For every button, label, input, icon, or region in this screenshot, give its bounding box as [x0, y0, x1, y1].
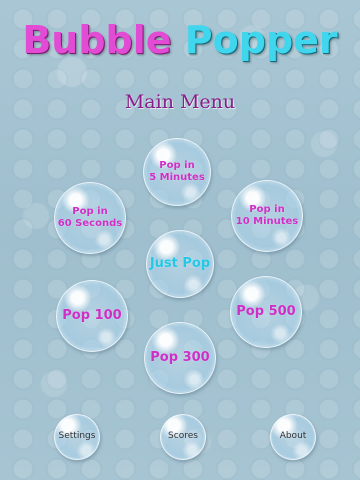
pop-5-minutes-line1: Pop in — [159, 159, 195, 171]
pop-500-button[interactable]: Pop 500 — [230, 276, 302, 348]
settings-label: Settings — [58, 431, 96, 442]
pop-10-minutes-line1: Pop in — [249, 203, 285, 215]
about-button[interactable]: About — [270, 414, 316, 460]
app-title: Bubble Popper — [0, 18, 360, 62]
about-label: About — [279, 431, 307, 442]
scores-label: Scores — [168, 431, 198, 442]
title-word-popper: Popper — [184, 18, 338, 62]
pop-100-button[interactable]: Pop 100 — [56, 280, 128, 352]
pop-500-label: Pop 500 — [236, 303, 296, 319]
pop-60-seconds-line2: 60 Seconds — [57, 218, 123, 229]
pop-60-seconds-button[interactable]: Pop in 60 Seconds — [54, 182, 126, 254]
pop-100-label: Pop 100 — [62, 307, 122, 323]
title-word-bubble: Bubble — [22, 18, 172, 62]
just-pop-button[interactable]: Just Pop — [146, 230, 214, 298]
pop-300-button[interactable]: Pop 300 — [144, 322, 216, 394]
pop-10-minutes-button[interactable]: Pop in 10 Minutes — [231, 180, 303, 252]
scores-button[interactable]: Scores — [160, 414, 206, 460]
pop-5-minutes-line2: 5 Minutes — [149, 172, 205, 183]
pop-5-minutes-button[interactable]: Pop in 5 Minutes — [143, 138, 211, 206]
pop-60-seconds-line1: Pop in — [72, 205, 108, 217]
pop-300-label: Pop 300 — [150, 349, 210, 365]
page-title: Main Menu — [124, 91, 236, 113]
settings-button[interactable]: Settings — [54, 414, 100, 460]
pop-10-minutes-line2: 10 Minutes — [235, 216, 299, 227]
just-pop-label: Just Pop — [149, 255, 211, 271]
